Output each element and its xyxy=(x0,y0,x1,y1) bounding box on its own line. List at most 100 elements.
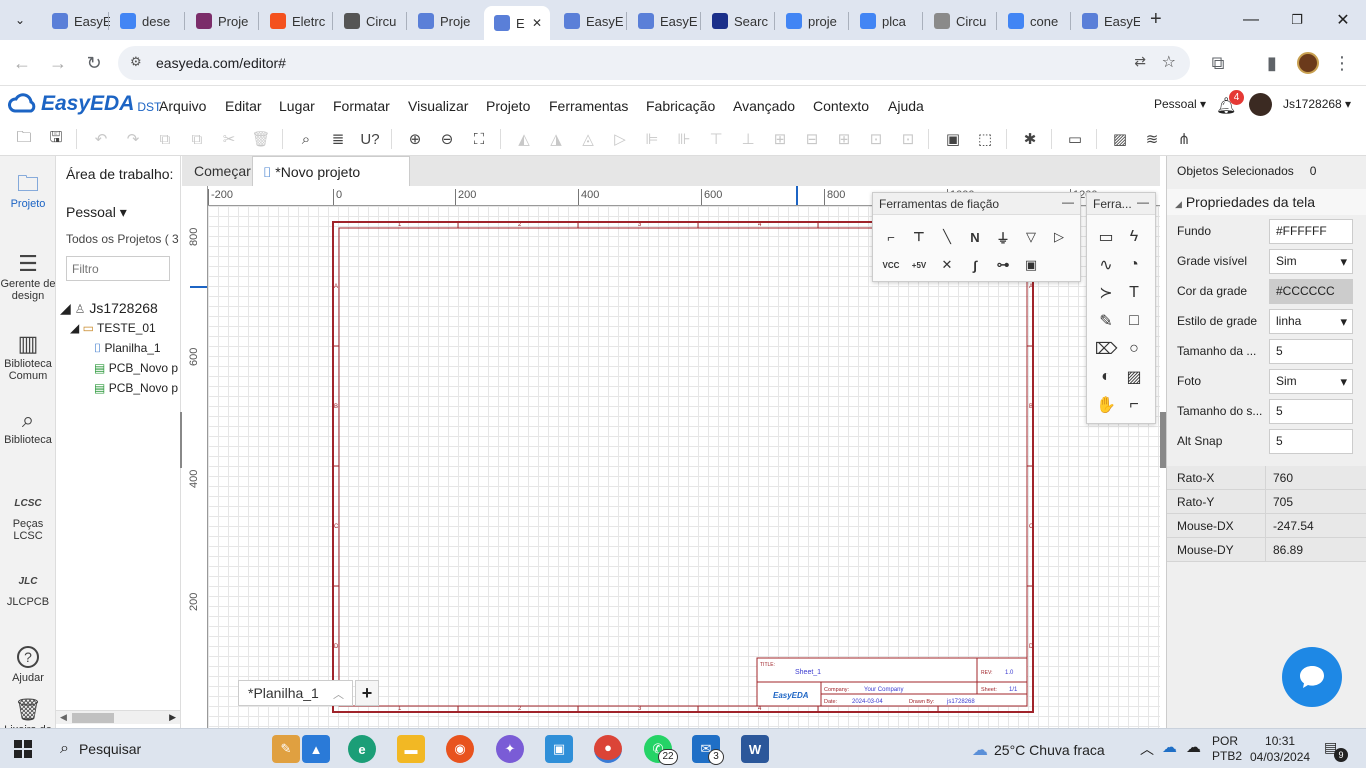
taskbar-search[interactable]: ⌕ Pesquisar xyxy=(48,735,308,763)
property-input[interactable]: #CCCCCC xyxy=(1269,279,1353,304)
part-icon[interactable]: ▭ xyxy=(1095,226,1117,248)
tree-file-pcb[interactable]: ▤ PCB_Novo p xyxy=(94,381,178,395)
zoom-in-icon[interactable]: ⊕ xyxy=(403,127,427,151)
user-avatar[interactable] xyxy=(1249,93,1272,116)
property-select[interactable]: linha xyxy=(1269,309,1353,334)
rail-chip[interactable]: ▥ Biblioteca Comum xyxy=(0,330,56,382)
drc-icon[interactable]: ✱ xyxy=(1018,127,1042,151)
fit-icon[interactable]: ⛶ xyxy=(467,127,491,151)
edge-icon[interactable]: e xyxy=(348,735,376,763)
rail-lcsc[interactable]: LCSC Peças LCSC xyxy=(0,490,56,542)
circle-icon[interactable]: ○ xyxy=(1123,338,1145,360)
tab-search-button[interactable]: ⌄ xyxy=(8,9,32,31)
bezier-icon[interactable]: ∿ xyxy=(1095,254,1117,276)
tab-start[interactable]: Começar xyxy=(194,163,251,179)
maximize-icon[interactable]: ❐ xyxy=(1274,8,1320,32)
forward-icon[interactable]: → xyxy=(46,51,70,75)
chat-support-button[interactable] xyxy=(1282,647,1342,707)
pin-icon[interactable]: ⊶ xyxy=(992,254,1014,276)
schematic-canvas[interactable]: 1 1 2 2 3 3 4 4 A A B B C C D D TITLE: Sheet_1 REV: 1.0 Easy… xyxy=(208,206,1160,728)
flag-icon[interactable]: ▷ xyxy=(1048,226,1070,248)
browser-tab[interactable]: EasyE xyxy=(554,6,624,36)
align-right-icon[interactable]: ⊪ xyxy=(672,127,696,151)
paste-icon[interactable]: ⧉ xyxy=(185,127,209,151)
widget-person-icon[interactable]: ▲ xyxy=(302,735,330,763)
bom-icon[interactable]: ▭ xyxy=(1063,127,1087,151)
image-icon[interactable]: ▨ xyxy=(1123,366,1145,388)
browser-tab[interactable]: E ✕ xyxy=(484,6,550,40)
arc-icon[interactable]: ◔ xyxy=(1123,254,1145,276)
tray-chevron-icon[interactable]: ︿ xyxy=(1140,739,1154,759)
chrome-icon[interactable]: ● xyxy=(594,735,622,763)
redo-icon[interactable]: ↷ xyxy=(121,127,145,151)
windows-start-icon[interactable] xyxy=(14,740,32,758)
polygon-icon[interactable]: ⌦ xyxy=(1095,338,1118,360)
pencil-icon[interactable]: ✎ xyxy=(1095,310,1117,332)
cut-icon[interactable]: ✂ xyxy=(217,127,241,151)
browser-tab[interactable]: plca xyxy=(850,6,920,36)
menu-contexto[interactable]: Contexto xyxy=(813,98,869,114)
rotate-right-icon[interactable]: ◮ xyxy=(544,127,568,151)
browser-tab[interactable]: Eletrc xyxy=(260,6,330,36)
rail-help[interactable]: ? Ajudar xyxy=(0,646,56,684)
minimize-panel-icon[interactable]: — xyxy=(1062,195,1074,209)
copy-icon[interactable]: ⧉ xyxy=(153,127,177,151)
bookmark-star-icon[interactable]: ☆ xyxy=(1162,52,1176,72)
browser-tab[interactable]: dese xyxy=(110,6,180,36)
layers-icon[interactable]: ⬚ xyxy=(973,127,997,151)
extensions-icon[interactable]: ⧉ xyxy=(1206,51,1230,75)
back-icon[interactable]: ← xyxy=(10,51,34,75)
export-image-icon[interactable]: ▨ xyxy=(1108,127,1132,151)
find-replace-icon[interactable]: ≣ xyxy=(326,127,350,151)
sheet-tab[interactable]: *Planilha_1 ︿ xyxy=(238,680,353,706)
flip-v-icon[interactable]: ▷ xyxy=(608,127,632,151)
browser-tab[interactable]: proje xyxy=(776,6,846,36)
menu-editar[interactable]: Editar xyxy=(225,98,262,114)
weather-widget[interactable]: ☁ 25°C Chuva fraca xyxy=(972,740,1105,760)
language-indicator[interactable]: POR PTB2 xyxy=(1212,734,1242,764)
layers-stack-icon[interactable]: ≋ xyxy=(1140,127,1164,151)
tab-new-project[interactable]: ⌷ *Novo projeto xyxy=(252,156,410,186)
bus-entry-icon[interactable]: ╲ xyxy=(936,226,958,248)
close-window-icon[interactable]: ✕ xyxy=(1320,8,1366,32)
group-select-icon[interactable]: ▣ xyxy=(1020,254,1042,276)
browser-tab[interactable]: Proje xyxy=(408,6,480,36)
browser-menu-icon[interactable]: ⋮ xyxy=(1330,51,1354,75)
workspace-dropdown[interactable]: Pessoal ▾ xyxy=(66,204,127,221)
new-tab-icon[interactable]: + xyxy=(1150,8,1162,31)
close-tab-icon[interactable]: ✕ xyxy=(532,16,542,30)
scrollbar-thumb[interactable] xyxy=(72,713,114,723)
property-input[interactable]: 5 xyxy=(1269,429,1353,454)
onedrive-icon[interactable]: ☁ xyxy=(1162,738,1177,756)
canvas-properties-header[interactable]: ◢ Propriedades da tela xyxy=(1167,189,1366,215)
align-center-icon[interactable]: ⊞ xyxy=(768,127,792,151)
reload-icon[interactable]: ↻ xyxy=(82,51,106,75)
sidepanel-icon[interactable]: ▮ xyxy=(1260,51,1284,75)
horizontal-scrollbar[interactable]: ◀ ▶ xyxy=(56,710,180,724)
menu-formatar[interactable]: Formatar xyxy=(333,98,390,114)
plus5v-icon[interactable]: +5V xyxy=(908,254,930,276)
chevron-up-icon[interactable]: ︿ xyxy=(333,686,344,702)
property-select[interactable]: Sim xyxy=(1269,369,1353,394)
remote-desktop-icon[interactable]: ▣ xyxy=(545,735,573,763)
account-mode-dropdown[interactable]: Pessoal ▾ xyxy=(1154,97,1206,111)
polyline-icon[interactable]: ⌐ xyxy=(1123,394,1145,416)
align-bottom-icon[interactable]: ⊥ xyxy=(736,127,760,151)
filter-input[interactable] xyxy=(66,256,170,281)
url-bar[interactable]: ⚙ easyeda.com/editor# ⇄ ☆ xyxy=(118,46,1190,80)
browser-tab[interactable]: Proje xyxy=(186,6,256,36)
wiring-tools-header[interactable]: Ferramentas de fiação — xyxy=(873,193,1080,215)
tree-file-schematic[interactable]: ⌷ Planilha_1 xyxy=(94,341,161,356)
bus-tool-icon[interactable]: ϟ xyxy=(1123,226,1145,248)
probe-icon[interactable]: ∫ xyxy=(964,254,986,276)
rotate-left-icon[interactable]: ◭ xyxy=(512,127,536,151)
browser-tab[interactable]: EasyE xyxy=(1072,6,1140,36)
browser-tab[interactable]: cone xyxy=(998,6,1068,36)
save-icon[interactable]: 🖫 xyxy=(44,127,68,151)
username-dropdown[interactable]: Js1728268 ▾ xyxy=(1283,97,1351,111)
wire-icon[interactable]: ⌐ xyxy=(880,226,902,248)
hand-icon[interactable]: ✋ xyxy=(1095,394,1117,416)
distribute-h-icon[interactable]: ⊟ xyxy=(800,127,824,151)
folder-open-icon[interactable]: 🗀 xyxy=(12,127,36,151)
menu-avancado[interactable]: Avançado xyxy=(733,98,795,114)
